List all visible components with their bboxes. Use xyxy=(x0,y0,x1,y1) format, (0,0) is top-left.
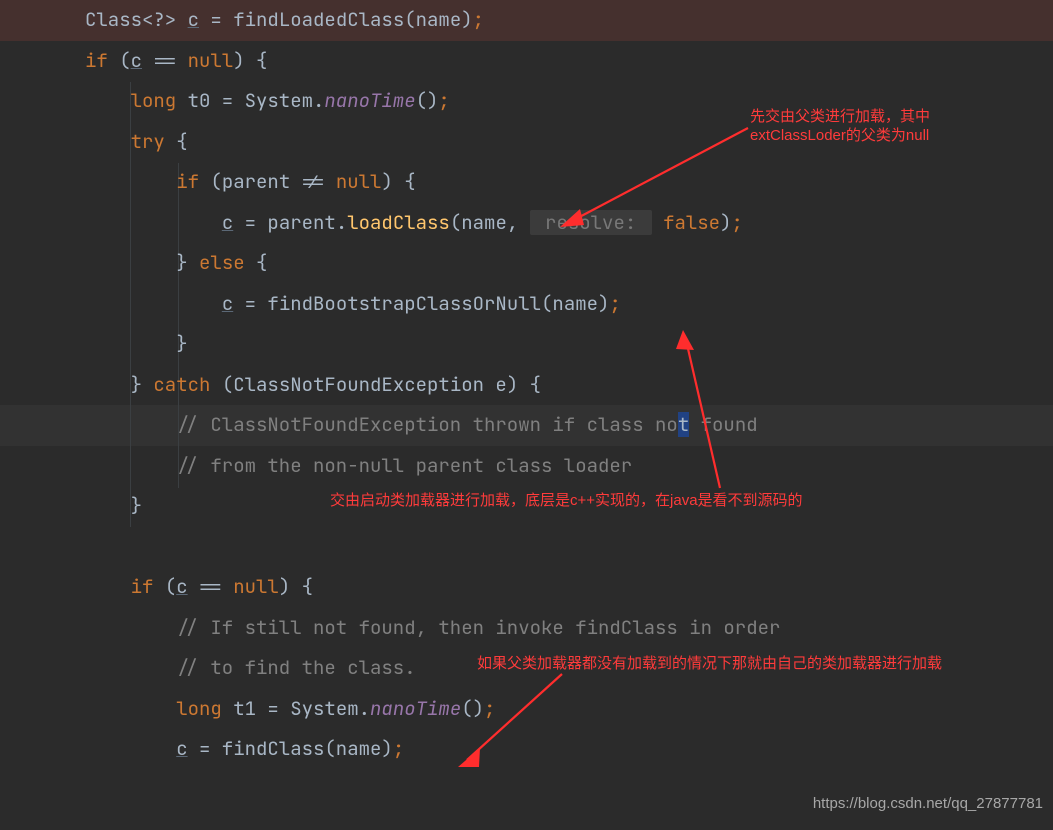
method-findBootstrap: findBootstrapClassOrNull xyxy=(267,291,541,316)
token: (ClassNotFoundException e) { xyxy=(210,372,541,397)
token: == xyxy=(188,574,234,599)
token: ) xyxy=(720,210,731,235)
token-type: Class<?> xyxy=(85,7,188,32)
code-line: if (c == null) { xyxy=(0,41,1053,82)
token: } xyxy=(85,250,199,275)
code-line: } catch (ClassNotFoundException e) { xyxy=(0,365,1053,406)
var-c: c xyxy=(176,574,187,599)
kw-null: null xyxy=(188,48,234,73)
code-line: long t0 = System.nanoTime(); xyxy=(0,81,1053,122)
token: (name, xyxy=(450,210,530,235)
var-c: c xyxy=(188,7,199,32)
token: } xyxy=(85,493,142,518)
code-line: try { xyxy=(0,122,1053,163)
code-line: Class<?> c = findLoadedClass(name); xyxy=(0,0,1053,41)
token: == xyxy=(142,48,188,73)
token: (name) xyxy=(541,291,609,316)
cursor: t xyxy=(678,412,689,437)
code-line: long t1 = System.nanoTime(); xyxy=(0,689,1053,730)
semicolon: ; xyxy=(473,7,484,32)
method-nanoTime: nanoTime xyxy=(324,88,415,113)
token: ) { xyxy=(233,48,267,73)
comment: // If still not found, then invoke findC… xyxy=(85,615,780,640)
token: ) { xyxy=(381,169,415,194)
token: { xyxy=(165,129,188,154)
code-line: c = findBootstrapClassOrNull(name); xyxy=(0,284,1053,325)
var-c: c xyxy=(222,210,233,235)
kw-if: if xyxy=(85,169,199,194)
pad xyxy=(85,291,222,316)
token: (parent != xyxy=(199,169,336,194)
kw-if: if xyxy=(85,574,153,599)
code-line xyxy=(0,527,1053,568)
kw-false: false xyxy=(663,210,720,235)
watermark: https://blog.csdn.net/qq_27877781 xyxy=(813,784,1043,825)
kw-if: if xyxy=(85,48,108,73)
token: t0 = System. xyxy=(176,88,324,113)
code-editor[interactable]: Class<?> c = findLoadedClass(name); if (… xyxy=(0,0,1053,770)
token: } xyxy=(85,331,188,356)
token: = findClass(name) xyxy=(188,736,393,761)
token: ( xyxy=(153,574,176,599)
kw-long: long xyxy=(85,696,222,721)
var-c: c xyxy=(222,291,233,316)
semicolon: ; xyxy=(484,696,495,721)
pad xyxy=(85,210,222,235)
var-c: c xyxy=(131,48,142,73)
comment: found xyxy=(689,412,757,437)
code-line: if (c == null) { xyxy=(0,567,1053,608)
semicolon: ; xyxy=(438,88,449,113)
kw-null: null xyxy=(336,169,382,194)
semicolon: ; xyxy=(609,291,620,316)
method-nanoTime: nanoTime xyxy=(370,696,461,721)
kw-else: else xyxy=(199,250,245,275)
semicolon: ; xyxy=(732,210,743,235)
token: } xyxy=(85,372,153,397)
token: = xyxy=(233,291,267,316)
code-line: // ClassNotFoundException thrown if clas… xyxy=(0,405,1053,446)
code-line: c = findClass(name); xyxy=(0,729,1053,770)
code-line: // If still not found, then invoke findC… xyxy=(0,608,1053,649)
kw-try: try xyxy=(85,129,165,154)
code-line: } else { xyxy=(0,243,1053,284)
token: = parent. xyxy=(233,210,347,235)
token: () xyxy=(461,696,484,721)
token: ) { xyxy=(279,574,313,599)
kw-null: null xyxy=(233,574,279,599)
token: { xyxy=(245,250,268,275)
code-line: } xyxy=(0,486,1053,527)
pad xyxy=(85,736,176,761)
param-hint-resolve: resolve: xyxy=(530,210,652,235)
semicolon: ; xyxy=(393,736,404,761)
comment: // from the non-null parent class loader xyxy=(85,453,632,478)
code-line: } xyxy=(0,324,1053,365)
kw-catch: catch xyxy=(153,372,210,397)
token: t1 = System. xyxy=(222,696,370,721)
var-c: c xyxy=(176,736,187,761)
code-line: // to find the class. xyxy=(0,648,1053,689)
comment: // ClassNotFoundException thrown if clas… xyxy=(85,412,678,437)
token: ( xyxy=(108,48,131,73)
code-line: c = parent.loadClass(name, resolve: fals… xyxy=(0,203,1053,244)
kw-long: long xyxy=(85,88,176,113)
token: = findLoadedClass(name) xyxy=(199,7,473,32)
token: () xyxy=(416,88,439,113)
code-line: if (parent != null) { xyxy=(0,162,1053,203)
code-line: // from the non-null parent class loader xyxy=(0,446,1053,487)
comment: // to find the class. xyxy=(85,655,416,680)
method-loadClass: loadClass xyxy=(347,210,450,235)
